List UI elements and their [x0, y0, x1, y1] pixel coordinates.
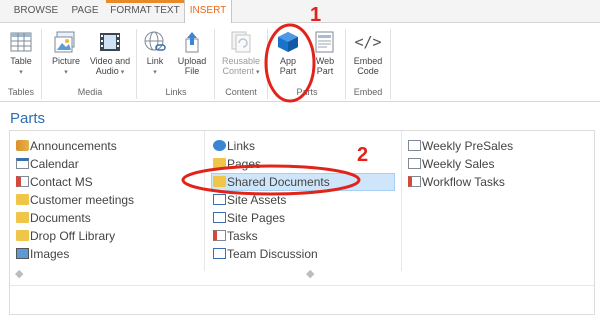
calendar-icon [16, 158, 29, 169]
tab-format-text[interactable]: FORMAT TEXT [106, 0, 184, 22]
group-label-links: Links [165, 87, 187, 97]
annotation-number-1: 1 [310, 4, 322, 26]
table-icon [10, 32, 32, 52]
list-item[interactable]: Workflow Tasks [408, 173, 513, 191]
group-divider [345, 29, 346, 99]
annotation-circle-1 [264, 23, 316, 103]
links-icon [213, 140, 226, 151]
group-label-media: Media [77, 87, 103, 97]
list-item[interactable]: Announcements [16, 137, 134, 155]
folder-icon [16, 230, 29, 241]
video-label-line1: Video and [89, 56, 131, 66]
picture-icon [54, 31, 75, 53]
globe-link-icon [144, 31, 166, 51]
list-item[interactable]: Images [16, 245, 134, 263]
chevron-down-icon: ▾ [118, 69, 125, 76]
list-item[interactable]: Weekly PreSales [408, 137, 513, 155]
group-label-content: Content [225, 87, 257, 97]
reusable-content-button[interactable]: Reusable Content ▾ [218, 31, 264, 78]
list-icon [408, 140, 421, 151]
table-button[interactable]: Table ▾ [4, 31, 38, 78]
tab-browse[interactable]: BROWSE [8, 0, 64, 22]
list-item[interactable]: Site Pages [213, 209, 395, 227]
picture-button[interactable]: Picture ▾ [48, 31, 84, 78]
link-label: Link [146, 56, 164, 66]
list-item[interactable]: Drop Off Library [16, 227, 134, 245]
film-icon [100, 33, 120, 51]
list-item[interactable]: Contact MS [16, 173, 134, 191]
web-part-label-line1: Web [315, 56, 335, 66]
tasks-icon [213, 230, 226, 241]
column-divider [204, 131, 205, 271]
video-audio-button[interactable]: Video and Audio ▾ [88, 31, 132, 78]
chevron-down-icon: ▾ [64, 69, 68, 76]
column-divider [401, 131, 402, 271]
folder-icon [16, 194, 29, 205]
group-divider [41, 29, 42, 99]
list-item[interactable]: Documents [16, 209, 134, 227]
parts-column-3: Weekly PreSales Weekly Sales Workflow Ta… [408, 137, 513, 191]
tab-insert[interactable]: INSERT [184, 0, 232, 24]
list-item[interactable]: Calendar [16, 155, 134, 173]
reusable-label-line2: Content [222, 66, 255, 76]
upload-label-line2: File [184, 66, 200, 76]
tab-page[interactable]: PAGE [64, 0, 106, 22]
chevron-down-icon: ▾ [153, 69, 157, 76]
reusable-label-line1: Reusable [221, 56, 261, 66]
folder-icon [16, 212, 29, 223]
list-icon [408, 158, 421, 169]
group-divider [390, 29, 391, 99]
scroll-left-arrow[interactable]: ◆ [15, 267, 23, 280]
contacts-icon [16, 176, 29, 187]
list-item[interactable]: Tasks [213, 227, 395, 245]
annotation-number-2: 2 [357, 144, 369, 166]
image-library-icon [16, 248, 29, 259]
reusable-content-icon [231, 31, 251, 53]
chevron-down-icon: ▾ [254, 69, 260, 76]
group-label-tables: Tables [7, 87, 34, 97]
panel-divider [10, 285, 594, 286]
chevron-down-icon: ▾ [19, 69, 23, 76]
parts-panel: Announcements Calendar Contact MS Custom… [9, 130, 595, 315]
annotation-circle-2 [181, 164, 361, 196]
tasks-icon [408, 176, 421, 187]
web-part-label-line2: Part [316, 66, 334, 76]
embed-label-line1: Embed [353, 56, 383, 66]
group-label-embed: Embed [353, 87, 383, 97]
picture-label: Picture [51, 56, 80, 66]
parts-title: Parts [10, 110, 46, 127]
embed-code-icon: </> [354, 33, 382, 51]
list-item[interactable]: Weekly Sales [408, 155, 513, 173]
group-divider [136, 29, 137, 99]
upload-label-line1: Upload [177, 56, 207, 66]
table-label: Table [10, 56, 32, 66]
embed-label-line2: Code [357, 66, 379, 76]
list-item[interactable]: Team Discussion [213, 245, 395, 263]
video-label-line2: Audio [95, 66, 119, 76]
upload-icon [185, 32, 199, 53]
scroll-right-arrow[interactable]: ◆ [306, 267, 314, 280]
parts-column-1: Announcements Calendar Contact MS Custom… [16, 137, 134, 263]
embed-code-button[interactable]: </> Embed Code [350, 31, 386, 76]
discussion-icon [213, 248, 226, 259]
announcement-icon [16, 140, 29, 151]
group-divider [214, 29, 215, 99]
upload-file-button[interactable]: Upload File [174, 31, 210, 76]
link-button[interactable]: Link ▾ [140, 31, 170, 78]
page-library-icon [213, 212, 226, 223]
list-item[interactable]: Customer meetings [16, 191, 134, 209]
